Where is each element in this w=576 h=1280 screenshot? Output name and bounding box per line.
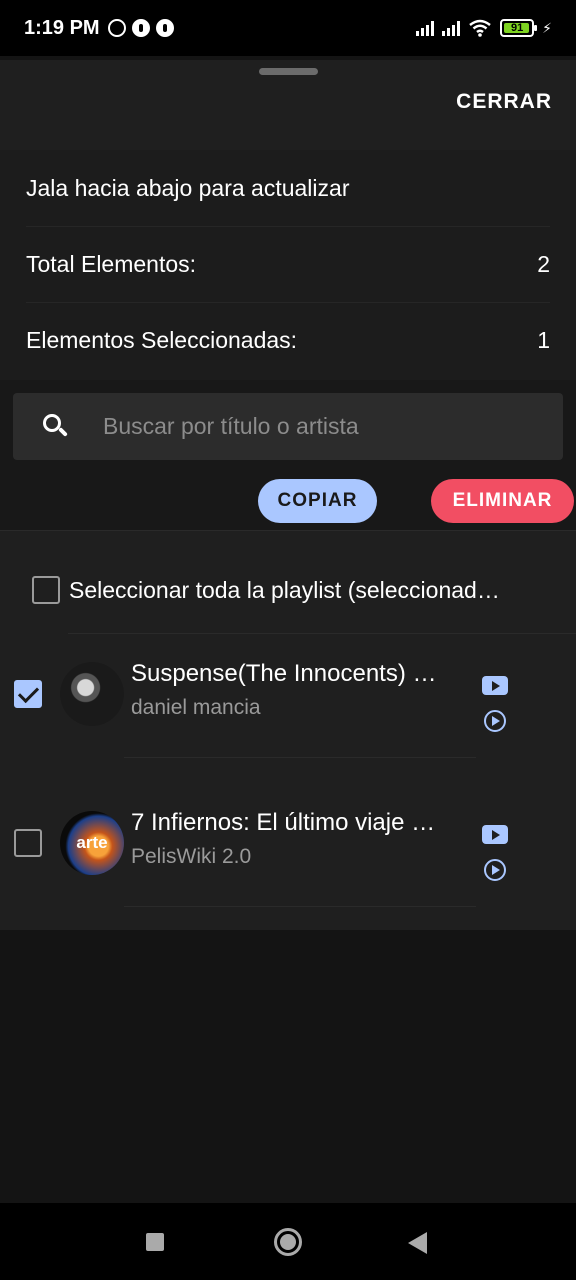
status-notification-icons: [107, 19, 174, 37]
divider: [124, 757, 476, 758]
selected-row: Elementos Seleccionadas: 1: [26, 302, 550, 378]
total-row: Total Elementos: 2: [26, 226, 550, 302]
status-system-icons: 91 ⚡: [416, 19, 552, 37]
item-title: Suspense(The Innocents) …: [131, 660, 437, 687]
battery-level: 91: [511, 22, 524, 34]
signal-icon: [416, 20, 435, 36]
select-all-checkbox[interactable]: [32, 576, 60, 604]
recents-button[interactable]: [146, 1233, 164, 1251]
item-checkbox[interactable]: [14, 829, 42, 857]
search-input[interactable]: [103, 413, 523, 440]
battery-icon: 91: [500, 19, 538, 37]
item-checkbox[interactable]: [14, 680, 42, 708]
refresh-hint: Jala hacia abajo para actualizar: [26, 174, 350, 201]
select-all-row[interactable]: Seleccionar toda la playlist (selecciona…: [0, 547, 576, 633]
playlist-sheet: CERRAR Jala hacia abajo para actualizar …: [0, 60, 576, 930]
refresh-hint-row: Jala hacia abajo para actualizar: [26, 150, 550, 226]
status-time: 1:19 PM: [24, 16, 100, 39]
total-label: Total Elementos:: [26, 251, 197, 277]
drag-handle[interactable]: [259, 68, 318, 75]
selected-label: Elementos Seleccionadas:: [26, 327, 298, 353]
copy-button[interactable]: COPIAR: [258, 479, 377, 523]
search-icon: [41, 412, 71, 442]
app-notification-icon: [131, 19, 150, 37]
youtube-icon[interactable]: [482, 825, 508, 844]
navigation-bar: [0, 1203, 576, 1280]
total-value: 2: [537, 251, 550, 277]
thumbnail-text: arte: [76, 833, 108, 852]
play-icon[interactable]: [484, 859, 506, 881]
select-all-label: Seleccionar toda la playlist (selecciona…: [69, 576, 500, 603]
list-item[interactable]: Suspense(The Innocents) … daniel mancia: [0, 634, 576, 758]
close-button[interactable]: CERRAR: [456, 90, 552, 114]
divider: [0, 530, 576, 531]
app-notification-icon: [155, 19, 174, 37]
item-artist: PelisWiki 2.0: [131, 845, 252, 868]
home-button[interactable]: [274, 1228, 302, 1256]
play-icon[interactable]: [484, 710, 506, 732]
delete-button[interactable]: ELIMINAR: [431, 479, 574, 523]
wifi-icon: [469, 19, 491, 37]
list-item[interactable]: arte 7 Infiernos: El último viaje … Peli…: [0, 783, 576, 907]
status-bar: 1:19 PM 91 ⚡: [0, 0, 576, 56]
youtube-icon[interactable]: [482, 676, 508, 695]
item-title: 7 Infiernos: El último viaje …: [131, 809, 436, 836]
info-section: Jala hacia abajo para actualizar Total E…: [0, 150, 576, 380]
item-artist: daniel mancia: [131, 696, 261, 719]
video-thumbnail: arte: [60, 811, 124, 875]
divider: [124, 906, 476, 907]
video-thumbnail: [60, 662, 124, 726]
selected-value: 1: [537, 327, 550, 353]
signal-icon: [442, 20, 461, 36]
back-button[interactable]: [408, 1232, 427, 1254]
search-box[interactable]: [13, 393, 563, 460]
alarm-icon: [107, 19, 126, 37]
search-section: COPIAR ELIMINAR: [0, 380, 576, 530]
playlist-list: Seleccionar toda la playlist (selecciona…: [0, 547, 576, 930]
charging-icon: ⚡: [542, 19, 552, 36]
